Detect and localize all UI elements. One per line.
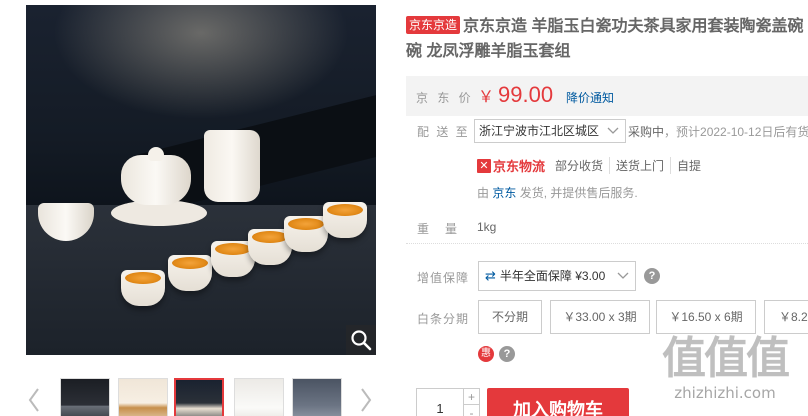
product-title-line2: 碗 龙凤浮雕羊脂玉套组: [406, 43, 571, 60]
weight-value: 1kg: [477, 220, 497, 234]
seller-link[interactable]: 京东: [492, 186, 516, 200]
magnifier-icon[interactable]: [346, 325, 376, 355]
jd-logistics-icon: ✕: [477, 158, 491, 173]
service-home-delivery[interactable]: 送货上门: [609, 157, 670, 174]
thumbnail[interactable]: [292, 378, 342, 416]
add-to-cart-button[interactable]: 加入购物车: [487, 388, 629, 416]
tea-pitcher: [204, 130, 260, 202]
stock-status: 采购中，预计2022-10-12日后有货: [628, 123, 808, 140]
promo-hui-icon[interactable]: 惠: [478, 346, 494, 362]
weight-label: 重量: [417, 222, 474, 236]
thumbnail[interactable]: [118, 378, 168, 416]
warranty-icon: ⇄: [485, 268, 496, 283]
divider: [406, 243, 808, 244]
currency-symbol: ￥: [478, 89, 495, 106]
help-icon[interactable]: ?: [499, 346, 515, 362]
tea-cup: [284, 216, 328, 252]
price-drop-notify-link[interactable]: 降价通知: [566, 89, 614, 106]
logistics-row: ✕ 京东物流 部分收货 送货上门 自提: [477, 156, 707, 175]
price-amount: 99.00: [498, 82, 554, 107]
product-main-image[interactable]: [26, 5, 376, 355]
seller-info: 由 京东 发货, 并提供售后服务.: [477, 184, 638, 201]
installment-none[interactable]: 不分期: [478, 300, 542, 334]
chevron-left-icon[interactable]: [24, 384, 44, 416]
jd-brand-badge: 京东京造: [406, 16, 461, 34]
stock-status-text: 采购中: [628, 125, 665, 139]
warranty-select[interactable]: ⇄ 半年全面保障 ¥3.00: [478, 261, 637, 291]
installment-6[interactable]: ￥16.50 x 6期: [656, 300, 756, 334]
product-title: 京东京造 京东京造 羊脂玉白瓷功夫茶具家用套装陶瓷盖碗 碗 龙凤浮雕羊脂玉套组: [406, 14, 808, 64]
tea-cup: [168, 255, 212, 291]
chevron-down-icon: [617, 262, 629, 300]
installment-12[interactable]: ￥8.2: [764, 300, 808, 334]
thumbnail[interactable]: [60, 378, 110, 416]
thumbnail-active[interactable]: [174, 378, 224, 416]
quantity-minus-button[interactable]: -: [463, 405, 479, 416]
jd-logistics-badge[interactable]: ✕ 京东物流: [477, 156, 545, 175]
tea-cup: [323, 202, 367, 238]
delivery-label: 配 送 至: [417, 125, 470, 139]
eta-text: ，预计2022-10-12日后有货: [664, 125, 808, 139]
service-self-pickup[interactable]: 自提: [670, 157, 707, 174]
watermark-logo: 值值值: [662, 334, 790, 383]
value-added-label: 增值保障: [417, 271, 470, 285]
chevron-down-icon: [607, 121, 619, 149]
product-title-line1: 京东京造 羊脂玉白瓷功夫茶具家用套装陶瓷盖碗: [463, 18, 804, 35]
quantity-stepper[interactable]: 1 + -: [416, 388, 480, 416]
gaiwan-lid-knob: [148, 147, 164, 161]
address-select[interactable]: 浙江宁波市江北区城区: [474, 119, 627, 143]
installment-3[interactable]: ￥33.00 x 3期: [550, 300, 650, 334]
service-partial-receipt[interactable]: 部分收货: [555, 157, 609, 174]
installment-label: 白条分期: [417, 312, 470, 326]
quantity-value[interactable]: 1: [417, 389, 463, 416]
quantity-plus-button[interactable]: +: [463, 389, 479, 405]
price-label: 京 东 价: [416, 91, 474, 105]
thumbnail-strip: [26, 376, 376, 416]
thumbnail[interactable]: [234, 378, 284, 416]
warranty-option: 半年全面保障 ¥3.00: [499, 269, 606, 283]
gaiwan: [121, 155, 191, 205]
chevron-right-icon[interactable]: [356, 384, 376, 416]
tea-cup: [121, 270, 165, 306]
seller-suffix: 发货, 并提供售后服务.: [516, 186, 638, 200]
price-value: ￥ 99.00: [478, 82, 553, 108]
price-box: 京 东 价 ￥ 99.00 降价通知: [406, 76, 808, 116]
jd-logistics-label: 京东物流: [493, 159, 546, 174]
help-icon[interactable]: ?: [644, 268, 660, 284]
address-text: 浙江宁波市江北区城区: [479, 124, 600, 138]
seller-prefix: 由: [477, 186, 493, 200]
watermark: 值值值 zhizhizhi.com: [650, 334, 800, 414]
watermark-url: zhizhizhi.com: [674, 384, 776, 402]
